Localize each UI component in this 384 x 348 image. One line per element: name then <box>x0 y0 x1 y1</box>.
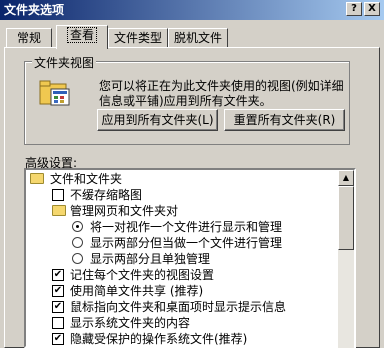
tab-file-types[interactable]: 文件类型 <box>108 28 168 48</box>
scroll-up-arrow-icon[interactable]: ▲ <box>338 170 354 186</box>
radio-button[interactable] <box>72 221 83 232</box>
tree-item-label: 显示两部分且单独管理 <box>90 252 211 266</box>
tree-item-label: 记住每个文件夹的视图设置 <box>70 268 215 282</box>
tree-item-label: 使用简单文件共享 (推荐) <box>70 284 204 298</box>
checkbox[interactable]: ✔ <box>52 285 64 297</box>
reset-all-folders-button[interactable]: 重置所有文件夹(R) <box>224 109 345 131</box>
radio-button[interactable] <box>72 237 83 248</box>
tree-item-label: 鼠标指向文件夹和桌面项时显示提示信息 <box>70 300 287 314</box>
apply-to-all-folders-button[interactable]: 应用到所有文件夹(L) <box>97 109 218 131</box>
tree-item-label: 显示系统文件夹的内容 <box>70 316 191 330</box>
checkbox[interactable]: ✔ <box>52 301 64 313</box>
close-button[interactable]: X <box>364 2 380 16</box>
checkbox[interactable]: ✔ <box>52 333 64 345</box>
tree-item-label: 隐藏受保护的操作系统文件(推荐) <box>70 332 248 346</box>
tab-view[interactable]: 查看 <box>56 25 108 49</box>
vertical-scrollbar[interactable]: ▲ <box>338 170 354 348</box>
tab-file-types-label: 文件类型 <box>113 31 162 45</box>
tab-offline-label: 脱机文件 <box>173 31 222 45</box>
folder-icon <box>30 173 44 184</box>
tree-item-label: 文件和文件夹 <box>50 172 123 186</box>
checkbox[interactable] <box>52 189 64 201</box>
advanced-settings-label: 高级设置: <box>25 156 78 170</box>
tree-item-label: 将一对视作一个文件进行显示和管理 <box>90 220 283 234</box>
folder-views-description: 您可以将正在为此文件夹使用的视图(例如详细信息或平铺)应用到所有文件夹。 <box>99 79 344 108</box>
tree-item-label: 不缓存缩略图 <box>70 188 143 202</box>
window-title: 文件夹选项 <box>4 3 65 17</box>
tab-general-label: 常规 <box>16 31 41 45</box>
checkbox[interactable]: ✔ <box>52 269 64 281</box>
scrollbar-thumb[interactable] <box>338 186 354 250</box>
folder-icon <box>52 205 66 216</box>
tree-item-label: 管理网页和文件夹对 <box>70 204 179 218</box>
tab-general[interactable]: 常规 <box>6 28 52 48</box>
checkbox[interactable] <box>52 317 64 329</box>
tree-item-label: 显示两部分但当做一个文件进行管理 <box>90 236 283 250</box>
advanced-settings-tree[interactable]: 文件和文件夹 不缓存缩略图 管理网页和文件夹对 将一对视作一个文件进行显示和管理… <box>24 168 356 348</box>
folder-view-icon <box>39 79 71 107</box>
folder-views-title: 文件夹视图 <box>32 54 97 71</box>
radio-button[interactable] <box>72 253 83 264</box>
title-bar: 文件夹选项 ? X <box>0 0 384 20</box>
tab-offline-files[interactable]: 脱机文件 <box>168 28 228 48</box>
help-button[interactable]: ? <box>346 2 362 16</box>
tab-view-label: 查看 <box>66 27 97 43</box>
